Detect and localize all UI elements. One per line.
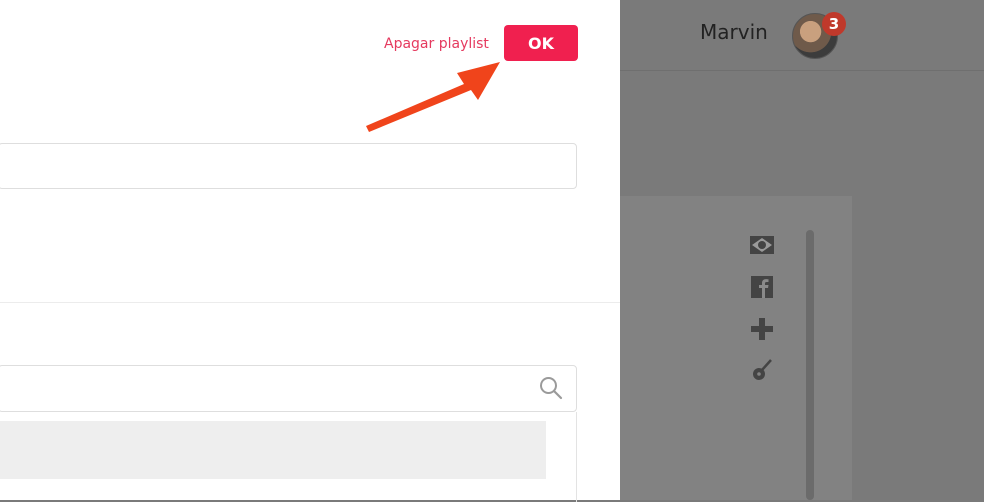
annotation-arrow-icon xyxy=(366,62,500,132)
